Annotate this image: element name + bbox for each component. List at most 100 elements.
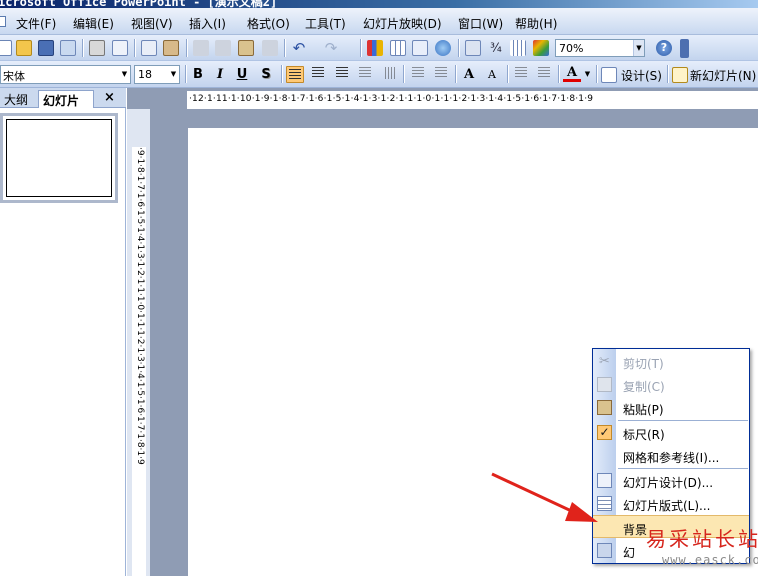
chevron-down-icon[interactable]: ▼: [168, 66, 179, 83]
chevron-down-icon[interactable]: ▼: [583, 66, 592, 83]
menu-item-label: 剪切(T): [623, 357, 664, 371]
font-size-combo[interactable]: 18 ▼: [134, 65, 180, 84]
align-right-button[interactable]: [333, 66, 351, 83]
scissors-icon: ✂: [599, 354, 610, 369]
tab-slides[interactable]: 幻灯片: [38, 90, 94, 108]
standard-toolbar: ↶ ↷ ¾ 70% ▼ ?: [0, 35, 758, 61]
menu-bar: 文件(F) 编辑(E) 视图(V) 插入(I) 格式(O) 工具(T) 幻灯片放…: [0, 8, 758, 35]
vertical-ruler[interactable]: ·9·1·8·1·7·1·6·1·5·1·4·1·3·1·2·1·1·1·0·1…: [132, 147, 146, 576]
menu-tools[interactable]: 工具(T): [305, 15, 346, 32]
show-grid-icon[interactable]: [510, 40, 526, 56]
research-icon[interactable]: [163, 40, 179, 56]
slide-thumbnail[interactable]: [0, 113, 118, 203]
menu-item-copy[interactable]: 复制(C): [593, 373, 749, 396]
color-grayscale-icon[interactable]: [533, 40, 549, 56]
menu-item-ruler[interactable]: ✓ 标尺(R): [593, 421, 749, 444]
horizontal-ruler[interactable]: ·12·1·11·1·10·1·9·1·8·1·7·1·6·1·5·1·4·1·…: [187, 91, 758, 109]
watermark-brand: 易采站长站: [646, 527, 758, 551]
bullets-button[interactable]: [431, 66, 449, 83]
insert-table-icon[interactable]: [390, 40, 406, 56]
print-icon[interactable]: [89, 40, 105, 56]
text-direction-button[interactable]: [380, 66, 398, 83]
show-formatting-icon[interactable]: ¾: [488, 40, 504, 56]
insert-diagram-icon[interactable]: [412, 40, 428, 56]
cut-icon[interactable]: [193, 40, 209, 56]
slide-thumbnail-preview: [6, 119, 112, 197]
tab-outline[interactable]: 大纲: [0, 90, 38, 108]
spelling-icon[interactable]: [141, 40, 157, 56]
numbering-button[interactable]: [408, 66, 426, 83]
menu-item-grid-guides[interactable]: 网格和参考线(I)...: [593, 444, 749, 467]
expand-all-icon[interactable]: [465, 40, 481, 56]
redo-icon[interactable]: ↷: [323, 40, 339, 56]
slide-design-icon: [597, 473, 612, 488]
vertical-ruler-labels: ·9·1·8·1·7·1·6·1·5·1·4·1·3·1·2·1·1·1·0·1…: [135, 147, 145, 465]
grow-font-button[interactable]: A: [460, 66, 478, 83]
outline-slides-pane: 大纲 幻灯片 ×: [0, 88, 126, 576]
design-icon: [601, 67, 617, 83]
menu-edit[interactable]: 编辑(E): [73, 15, 114, 32]
shadow-button[interactable]: S: [257, 66, 275, 83]
window-title: icrosoft Office PowerPoint - [演示文稿2]: [0, 0, 278, 8]
menu-window[interactable]: 窗口(W): [458, 15, 503, 32]
italic-button[interactable]: I: [211, 66, 229, 83]
menu-item-slide-design[interactable]: 幻灯片设计(D)...: [593, 469, 749, 492]
menu-item-label: 粘贴(P): [623, 403, 664, 417]
copy-icon: [597, 377, 612, 392]
align-left-button[interactable]: [286, 66, 304, 83]
menu-item-label: 标尺(R): [623, 428, 665, 442]
chevron-down-icon[interactable]: ▼: [633, 40, 644, 56]
design-button[interactable]: 设计(S): [621, 67, 662, 84]
open-icon[interactable]: [16, 40, 32, 56]
save-icon[interactable]: [38, 40, 54, 56]
paste-icon: [597, 400, 612, 415]
new-icon[interactable]: [0, 40, 12, 56]
increase-indent-button[interactable]: [535, 66, 553, 83]
menu-item-label: 复制(C): [623, 380, 665, 394]
menu-item-label: 幻灯片版式(L)...: [623, 499, 711, 513]
bold-button[interactable]: B: [189, 66, 207, 83]
menu-item-label: 网格和参考线(I)...: [623, 451, 720, 465]
menu-item-cut[interactable]: ✂ 剪切(T): [593, 350, 749, 373]
document-icon[interactable]: [0, 16, 6, 27]
new-slide-icon: [672, 67, 688, 83]
insert-picture-icon[interactable]: [435, 40, 451, 56]
menu-item-label: 背景: [623, 523, 648, 537]
paste-icon[interactable]: [238, 40, 254, 56]
copy-icon[interactable]: [215, 40, 231, 56]
menu-item-slide-layout[interactable]: 幻灯片版式(L)...: [593, 492, 749, 515]
menu-view[interactable]: 视图(V): [131, 15, 173, 32]
help-icon[interactable]: ?: [656, 40, 672, 56]
new-slide-button[interactable]: 新幻灯片(N): [690, 67, 756, 84]
zoom-combo[interactable]: 70% ▼: [555, 39, 645, 57]
check-icon: ✓: [597, 425, 612, 440]
slide-layout-icon: [597, 496, 612, 511]
insert-chart-icon[interactable]: [367, 40, 383, 56]
font-name-value: 宋体: [3, 70, 25, 83]
menu-format[interactable]: 格式(O): [247, 15, 290, 32]
font-color-button[interactable]: A: [563, 66, 581, 82]
shrink-font-button[interactable]: A: [483, 66, 501, 83]
toolbar-options-icon[interactable]: [680, 39, 689, 58]
align-center-button[interactable]: [309, 66, 327, 83]
print-preview-icon[interactable]: [112, 40, 128, 56]
font-name-combo[interactable]: 宋体 ▼: [0, 65, 131, 84]
menu-item-paste[interactable]: 粘贴(P): [593, 396, 749, 419]
close-icon[interactable]: ×: [104, 90, 115, 105]
menu-slideshow[interactable]: 幻灯片放映(D): [363, 15, 442, 32]
undo-icon[interactable]: ↶: [291, 40, 307, 56]
menu-insert[interactable]: 插入(I): [189, 15, 226, 32]
menu-file[interactable]: 文件(F): [16, 15, 56, 32]
decrease-indent-button[interactable]: [512, 66, 530, 83]
format-painter-icon[interactable]: [262, 40, 278, 56]
chevron-down-icon[interactable]: ▼: [119, 66, 130, 83]
slide-show-icon: [597, 543, 612, 558]
permission-icon[interactable]: [60, 40, 76, 56]
menu-help[interactable]: 帮助(H): [515, 15, 557, 32]
vertical-ruler-track: ·9·1·8·1·7·1·6·1·5·1·4·1·3·1·2·1·1·1·0·1…: [127, 109, 150, 576]
font-size-value: 18: [138, 68, 152, 81]
underline-button[interactable]: U: [233, 66, 251, 83]
pane-tabs: 大纲 幻灯片 ×: [0, 88, 126, 108]
watermark-url: www.easck.com: [662, 553, 758, 567]
distributed-button[interactable]: [356, 66, 374, 83]
